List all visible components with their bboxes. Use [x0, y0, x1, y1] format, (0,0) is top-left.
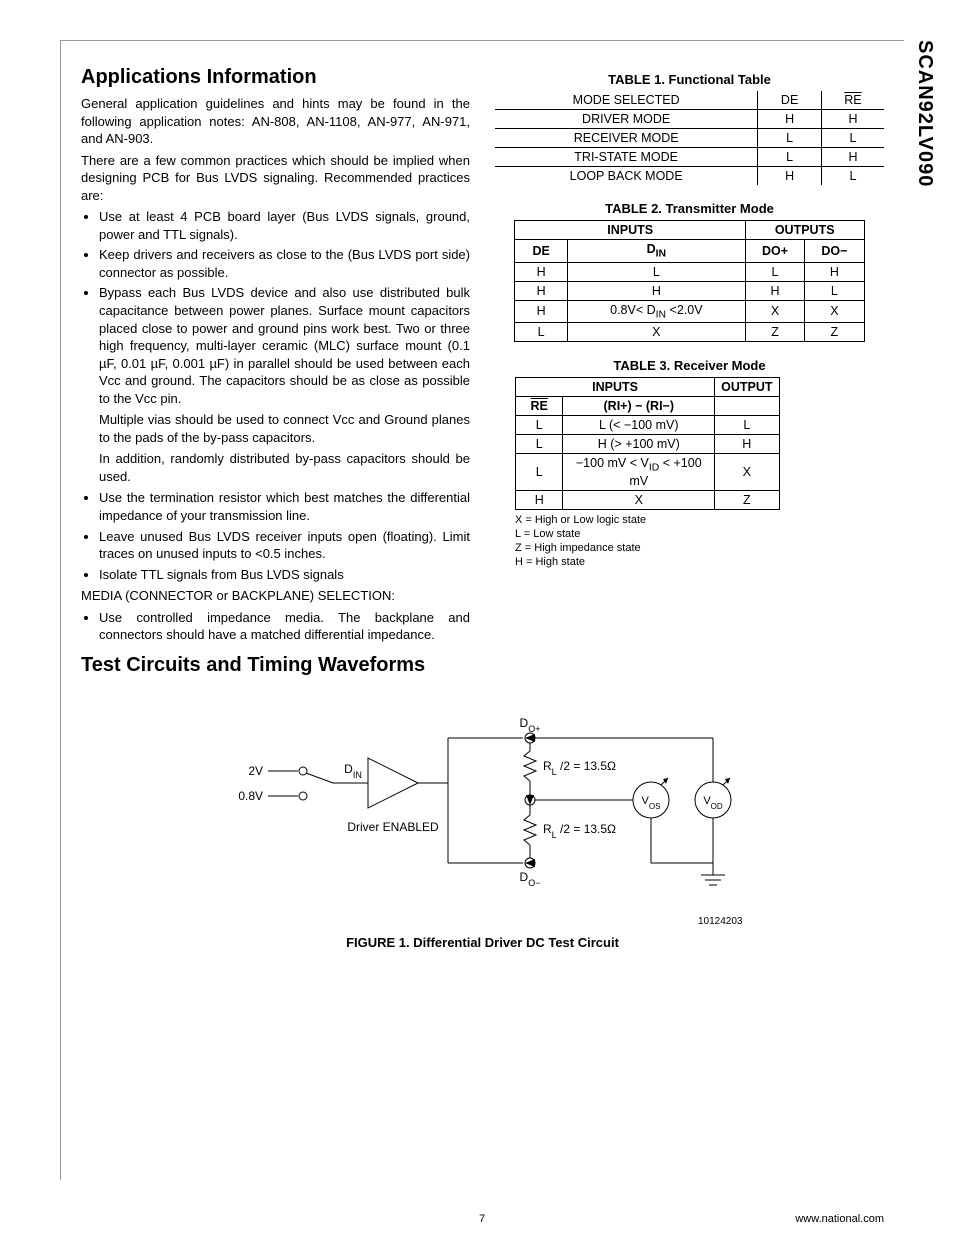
t2-g-out: OUTPUTS	[745, 221, 864, 240]
t2-h0: DE	[515, 240, 567, 263]
bullet-6: Isolate TTL signals from Bus LVDS signal…	[99, 566, 470, 584]
t1-h1: DE	[758, 91, 822, 110]
table2-title: TABLE 2. Transmitter Mode	[495, 201, 884, 216]
figure-caption: FIGURE 1. Differential Driver DC Test Ci…	[81, 935, 884, 950]
svg-text:DIN: DIN	[344, 762, 362, 780]
bullet-4: Use the termination resistor which best …	[99, 489, 470, 524]
content-frame: Applications Information General applica…	[60, 40, 904, 1180]
t3-g-out: OUTPUT	[715, 378, 779, 397]
legend: X = High or Low logic state L = Low stat…	[515, 513, 884, 570]
t2-h2: DO+	[745, 240, 804, 263]
table2: INPUTS OUTPUTS DE DIN DO+ DO− HLLH HHHL …	[514, 220, 864, 342]
footer-url: www.national.com	[795, 1213, 884, 1225]
svg-text:DO+: DO+	[519, 716, 540, 734]
t2-g-in: INPUTS	[515, 221, 745, 240]
bullet-3-sub2: In addition, randomly distributed by-pas…	[99, 450, 470, 485]
t3-h1: (RI+) − (RI−)	[563, 397, 715, 416]
t2-h3: DO−	[805, 240, 864, 263]
t3-g-in: INPUTS	[516, 378, 715, 397]
figure-1: 2V 0.8V DIN Driver ENABLED	[81, 703, 884, 950]
t1-h2: RE	[821, 91, 884, 110]
svg-text:Driver ENABLED: Driver ENABLED	[347, 820, 439, 834]
table1: MODE SELECTED DE RE DRIVER MODEHH RECEIV…	[495, 91, 884, 185]
table1-title: TABLE 1. Functional Table	[495, 72, 884, 87]
bullet-2: Keep drivers and receivers as close to t…	[99, 246, 470, 281]
page-number: 7	[479, 1213, 485, 1225]
bullet-5: Leave unused Bus LVDS receiver inputs op…	[99, 528, 470, 563]
section-test-title: Test Circuits and Timing Waveforms	[81, 654, 470, 677]
intro-p1: General application guidelines and hints…	[81, 95, 470, 148]
t1-h0: MODE SELECTED	[495, 91, 758, 110]
table3: INPUTS OUTPUT RE (RI+) − (RI−) LL (< −10…	[515, 377, 780, 510]
bullet-3: Bypass each Bus LVDS device and also use…	[99, 284, 470, 407]
section-apps-title: Applications Information	[81, 66, 470, 89]
svg-text:2V: 2V	[248, 764, 263, 778]
bullet-7: Use controlled impedance media. The back…	[99, 609, 470, 644]
bullet-1: Use at least 4 PCB board layer (Bus LVDS…	[99, 208, 470, 243]
t3-h0: RE	[516, 397, 563, 416]
table3-title: TABLE 3. Receiver Mode	[495, 358, 884, 373]
figure-id: 10124203	[223, 916, 743, 927]
svg-text:DO−: DO−	[519, 870, 540, 888]
svg-text:RL /2 = 13.5Ω: RL /2 = 13.5Ω	[543, 759, 616, 777]
svg-text:0.8V: 0.8V	[238, 789, 263, 803]
intro-p2: There are a few common practices which s…	[81, 152, 470, 205]
svg-text:RL /2 = 13.5Ω: RL /2 = 13.5Ω	[543, 822, 616, 840]
bullet-3-sub1: Multiple vias should be used to connect …	[99, 411, 470, 446]
media-line: MEDIA (CONNECTOR or BACKPLANE) SELECTION…	[81, 587, 470, 605]
t2-h1: DIN	[567, 240, 745, 263]
part-number-vertical: SCAN92LV090	[913, 40, 936, 187]
